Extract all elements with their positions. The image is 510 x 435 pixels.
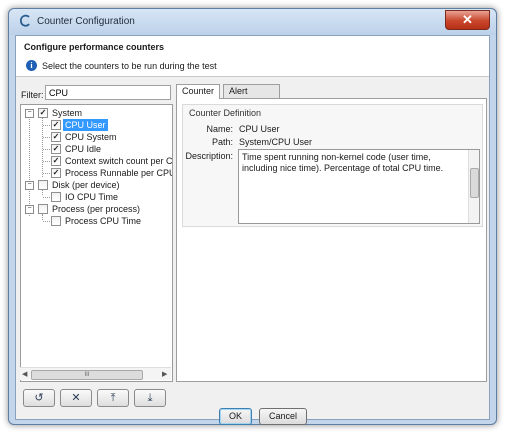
dialog-window: Counter Configuration ✕ Configure perfor…	[8, 8, 497, 425]
tree-node-cpu-system[interactable]: CPU System	[21, 131, 171, 143]
tree-guide-line	[43, 161, 50, 162]
tree-node-process-cpu-time[interactable]: Process CPU Time	[21, 215, 171, 227]
refresh-button[interactable]: ↺	[23, 389, 55, 407]
info-icon: i	[26, 60, 37, 71]
tree-node-label: Disk (per device)	[52, 180, 120, 190]
delete-button[interactable]: ✕	[60, 389, 92, 407]
checkbox-process-cpu-time[interactable]	[51, 216, 61, 226]
tree-node-system[interactable]: − System	[21, 107, 171, 119]
tree-node-io-cpu-time[interactable]: IO CPU Time	[21, 191, 171, 203]
cancel-button[interactable]: Cancel	[259, 408, 307, 425]
description-scrollbar[interactable]	[468, 150, 479, 223]
tree-guide-line	[43, 173, 50, 174]
delete-icon: ✕	[71, 392, 81, 404]
tree-guide-line	[43, 137, 50, 138]
tree-horizontal-scrollbar[interactable]: ◀ III ▶	[20, 367, 171, 380]
filter-input[interactable]	[45, 85, 171, 100]
title-bar[interactable]: Counter Configuration ✕	[9, 9, 496, 35]
tree-node-cpu-user[interactable]: CPU User	[21, 119, 171, 131]
tree-node-label: Context switch count per CP	[65, 156, 173, 166]
path-value: System/CPU User	[239, 137, 313, 147]
export-icon: ⤒	[110, 392, 116, 404]
tree-node-label: CPU Idle	[65, 144, 102, 154]
counter-tree[interactable]: − System CPU User CPU System CPU Idle	[20, 104, 173, 382]
checkbox-process-runnable[interactable]	[51, 168, 61, 178]
checkbox-io-cpu-time[interactable]	[51, 192, 61, 202]
close-button[interactable]: ✕	[445, 10, 490, 30]
tree-guide-line	[43, 221, 50, 222]
scroll-left-icon[interactable]: ◀	[22, 370, 27, 378]
name-value: CPU User	[239, 124, 280, 134]
collapse-icon[interactable]: −	[25, 109, 34, 118]
scroll-right-icon[interactable]: ▶	[162, 370, 167, 378]
description-text: Time spent running non-kernel code (user…	[242, 152, 444, 173]
dialog-client: Configure performance counters i Select …	[15, 35, 490, 425]
scroll-thumb[interactable]	[470, 168, 479, 198]
tree-node-cpu-idle[interactable]: CPU Idle	[21, 143, 171, 155]
checkbox-cpu-idle[interactable]	[51, 144, 61, 154]
tree-node-label: CPU User	[63, 119, 108, 131]
tree-node-label: Process (per process)	[52, 204, 141, 214]
tree-guide-line	[43, 149, 50, 150]
checkbox-disk[interactable]	[38, 180, 48, 190]
description-label: Description:	[185, 151, 233, 161]
app-icon	[20, 14, 30, 27]
window-title: Counter Configuration	[37, 16, 135, 27]
tree-node-label: Process CPU Time	[65, 216, 142, 226]
counter-definition-group: Counter Definition Name: CPU User Path: …	[182, 104, 483, 227]
export-button[interactable]: ⤒	[97, 389, 129, 407]
dialog-header: Configure performance counters i Select …	[16, 36, 489, 77]
scroll-thumb[interactable]: III	[31, 370, 143, 380]
collapse-icon[interactable]: −	[25, 205, 34, 214]
import-icon: ⤓	[147, 392, 153, 404]
tab-counter[interactable]: Counter	[176, 84, 221, 99]
checkbox-system[interactable]	[38, 108, 48, 118]
tree-guide-line	[43, 197, 50, 198]
tree-node-process-runnable[interactable]: Process Runnable per CPU	[21, 167, 173, 179]
tree-node-process[interactable]: − Process (per process)	[21, 203, 171, 215]
checkbox-process[interactable]	[38, 204, 48, 214]
refresh-icon: ↺	[34, 392, 44, 404]
collapse-icon[interactable]: −	[25, 181, 34, 190]
tree-node-label: IO CPU Time	[65, 192, 119, 202]
tree-guide-line	[43, 125, 50, 126]
header-subtitle: Select the counters to be run during the…	[42, 61, 217, 71]
tree-node-disk[interactable]: − Disk (per device)	[21, 179, 171, 191]
name-label: Name:	[206, 124, 233, 134]
filter-label: Filter:	[21, 90, 44, 100]
tab-alert-thresholds[interactable]: Alert Thresholds	[223, 84, 280, 109]
header-title: Configure performance counters	[24, 42, 165, 52]
import-button[interactable]: ⤓	[134, 389, 166, 407]
tree-node-context-switch[interactable]: Context switch count per CP	[21, 155, 173, 167]
ok-button[interactable]: OK	[219, 408, 252, 425]
description-textarea[interactable]: Time spent running non-kernel code (user…	[238, 149, 480, 224]
tree-node-label: System	[52, 108, 83, 118]
group-title: Counter Definition	[189, 108, 262, 118]
tree-node-label: Process Runnable per CPU	[65, 168, 173, 178]
checkbox-cpu-system[interactable]	[51, 132, 61, 142]
path-label: Path:	[211, 137, 233, 147]
tree-node-label: CPU System	[65, 132, 117, 142]
checkbox-context-switch[interactable]	[51, 156, 61, 166]
checkbox-cpu-user[interactable]	[51, 120, 61, 130]
counter-tab-panel: Counter Definition Name: CPU User Path: …	[176, 98, 487, 382]
